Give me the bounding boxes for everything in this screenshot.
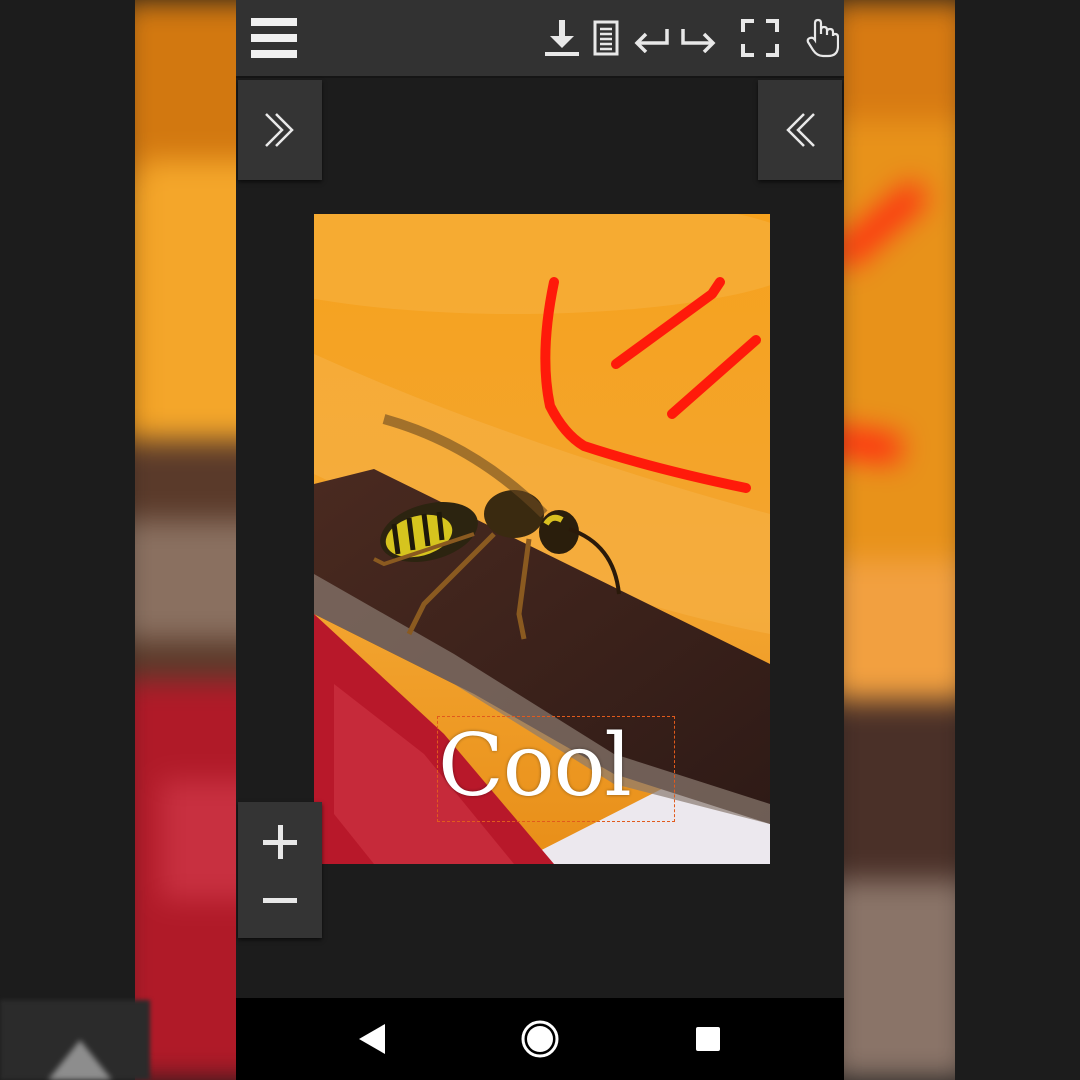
letterbox-left <box>0 0 135 1080</box>
document-icon <box>593 20 619 56</box>
zoom-out-button[interactable] <box>238 866 322 934</box>
undo-icon <box>634 29 669 53</box>
download-icon <box>545 20 579 56</box>
top-toolbar <box>236 0 844 78</box>
nav-back-button[interactable] <box>340 998 404 1080</box>
pan-tool-button[interactable] <box>802 8 842 68</box>
text-overlay-box[interactable]: Cool <box>437 716 675 822</box>
letterbox-right <box>955 0 1080 1080</box>
expand-left-panel-button[interactable] <box>238 80 322 180</box>
redo-button[interactable] <box>678 8 718 68</box>
recents-icon <box>696 1027 720 1051</box>
editing-canvas[interactable]: Cool <box>314 214 770 864</box>
home-icon <box>521 1020 559 1058</box>
redo-icon <box>681 29 716 53</box>
menu-button[interactable] <box>246 8 302 68</box>
nav-recents-button[interactable] <box>676 998 740 1080</box>
fullscreen-button[interactable] <box>738 8 782 68</box>
blurred-background-right <box>830 0 970 1080</box>
plus-icon <box>263 825 297 859</box>
navigation-bar <box>236 998 844 1080</box>
back-icon <box>359 1024 385 1054</box>
nav-home-button[interactable] <box>508 998 572 1080</box>
hand-pointer-icon <box>806 18 839 58</box>
menu-icon <box>251 18 297 58</box>
app-screen: Cool <box>236 0 844 1080</box>
undo-button[interactable] <box>632 8 672 68</box>
minus-icon <box>263 898 297 903</box>
double-chevron-left-icon <box>786 113 815 147</box>
zoom-controls <box>238 802 322 938</box>
double-chevron-right-icon <box>265 113 294 147</box>
document-button[interactable] <box>590 8 622 68</box>
up-arrow-icon <box>48 1040 112 1080</box>
fullscreen-icon <box>741 19 779 57</box>
overlay-text: Cool <box>438 716 632 816</box>
download-button[interactable] <box>540 8 584 68</box>
expand-right-panel-button[interactable] <box>758 80 842 180</box>
